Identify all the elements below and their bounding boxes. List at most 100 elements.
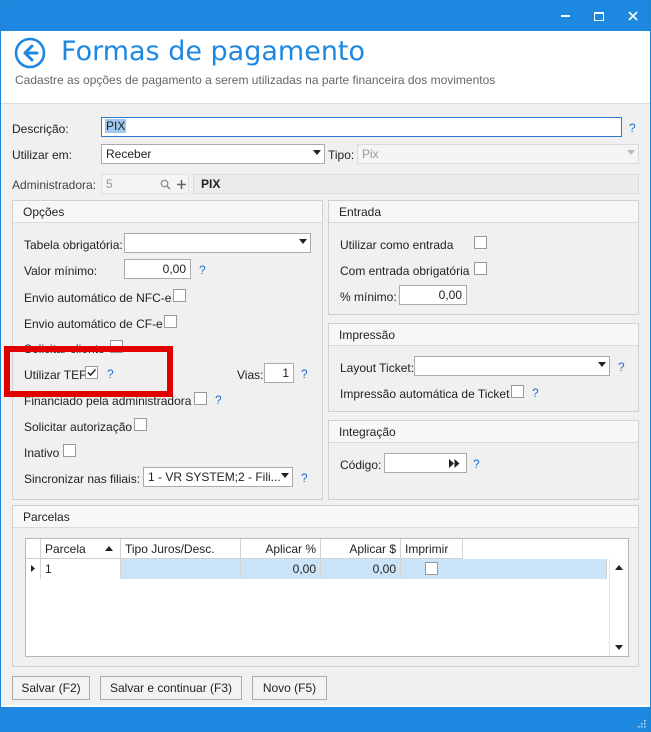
financiado-help-icon[interactable]: ? xyxy=(215,393,222,407)
column-header-aplicar-pct[interactable]: Aplicar % xyxy=(241,539,321,559)
sincronizar-select[interactable]: 1 - VR SYSTEM;2 - Fili... xyxy=(143,467,293,487)
entrada-title: Entrada xyxy=(329,201,638,223)
descricao-help-icon[interactable]: ? xyxy=(629,121,636,135)
highlight-box xyxy=(4,346,173,397)
minimo-label: % mínimo: xyxy=(340,290,397,304)
impressao-auto-label: Impressão automática de Ticket xyxy=(340,387,510,401)
tipo-label: Tipo: xyxy=(328,148,355,162)
cell-aplicar-pct[interactable]: 0,00 xyxy=(241,559,321,579)
codigo-input[interactable] xyxy=(384,453,467,473)
resize-grip-icon[interactable] xyxy=(637,719,646,728)
column-header-tipo[interactable]: Tipo Juros/Desc. xyxy=(121,539,241,559)
sincronizar-label: Sincronizar nas filiais: xyxy=(24,472,141,486)
close-button[interactable] xyxy=(616,1,650,31)
chevron-down-icon xyxy=(598,362,606,367)
cell-aplicar-val[interactable]: 0,00 xyxy=(321,559,401,579)
integracao-title: Integração xyxy=(329,421,638,443)
administradora-code-value: 5 xyxy=(106,177,113,191)
vertical-scrollbar[interactable] xyxy=(609,559,628,656)
impressao-auto-help-icon[interactable]: ? xyxy=(532,386,539,400)
codigo-label: Código: xyxy=(340,458,382,472)
codigo-help-icon[interactable]: ? xyxy=(473,457,480,471)
vias-help-icon[interactable]: ? xyxy=(301,367,308,381)
nfce-label: Envio automático de NFC-e xyxy=(24,291,172,305)
parcelas-grid[interactable]: Parcela Tipo Juros/Desc. Aplicar % Aplic… xyxy=(25,538,629,657)
imprimir-checkbox[interactable] xyxy=(425,562,438,575)
impressao-auto-checkbox[interactable] xyxy=(511,385,524,398)
tabela-select[interactable] xyxy=(124,233,311,253)
com-entrada-label: Com entrada obrigatória xyxy=(340,264,470,278)
chevron-down-icon xyxy=(299,239,307,244)
layout-ticket-label: Layout Ticket: xyxy=(340,361,415,375)
solicitar-autorizacao-checkbox[interactable] xyxy=(134,418,147,431)
page-subtitle: Cadastre as opções de pagamento a serem … xyxy=(15,73,496,87)
vias-input[interactable]: 1 xyxy=(264,363,294,383)
cfe-label: Envio automático de CF-e xyxy=(24,317,163,331)
tipo-select[interactable]: Pix xyxy=(357,144,639,164)
utilizar-como-entrada-checkbox[interactable] xyxy=(474,236,487,249)
maximize-button[interactable] xyxy=(582,1,616,31)
novo-button[interactable]: Novo (F5) xyxy=(252,676,327,700)
column-header-parcela[interactable]: Parcela xyxy=(41,539,121,559)
administradora-label: Administradora: xyxy=(12,178,97,192)
cell-imprimir[interactable] xyxy=(401,559,607,579)
valor-minimo-label: Valor mínimo: xyxy=(24,264,98,278)
sincronizar-help-icon[interactable]: ? xyxy=(301,471,308,485)
search-icon[interactable] xyxy=(160,179,171,190)
nfce-checkbox[interactable] xyxy=(173,289,186,302)
cfe-checkbox[interactable] xyxy=(164,315,177,328)
solicitar-autorizacao-label: Solicitar autorização xyxy=(24,420,133,434)
back-arrow-icon xyxy=(14,37,46,69)
chevron-down-icon xyxy=(313,150,321,155)
descricao-value: PIX xyxy=(105,119,127,133)
status-bar xyxy=(1,707,650,731)
scroll-down-icon[interactable] xyxy=(615,645,623,650)
column-header-aplicar-val[interactable]: Aplicar $ xyxy=(321,539,401,559)
descricao-input[interactable]: PIX xyxy=(101,117,622,137)
add-icon[interactable] xyxy=(176,179,187,190)
minimize-icon xyxy=(560,15,570,17)
page-title: Formas de pagamento xyxy=(61,36,366,67)
impressao-title: Impressão xyxy=(329,324,638,346)
chevron-down-icon xyxy=(281,473,289,478)
utilizar-como-entrada-label: Utilizar como entrada xyxy=(340,238,454,252)
sincronizar-value: 1 - VR SYSTEM;2 - Fili... xyxy=(148,470,281,484)
inativo-label: Inativo xyxy=(24,446,60,460)
utilizar-em-value: Receber xyxy=(106,147,152,161)
column-header-label: Parcela xyxy=(45,542,86,556)
opcoes-title: Opções xyxy=(13,201,322,223)
administradora-name: PIX xyxy=(193,174,639,194)
column-header-imprimir[interactable]: Imprimir xyxy=(401,539,463,559)
tipo-value: Pix xyxy=(362,147,379,161)
fast-forward-icon[interactable] xyxy=(449,459,460,468)
salvar-button[interactable]: Salvar (F2) xyxy=(12,676,90,700)
window: Formas de pagamento Cadastre as opções d… xyxy=(0,0,651,732)
cell-tipo[interactable] xyxy=(121,559,241,579)
layout-ticket-select[interactable] xyxy=(414,356,610,376)
chevron-down-icon xyxy=(627,150,635,155)
financiado-checkbox[interactable] xyxy=(194,392,207,405)
maximize-icon xyxy=(594,11,604,21)
back-button[interactable] xyxy=(14,37,46,69)
valor-minimo-input[interactable]: 0,00 xyxy=(124,259,191,279)
close-icon xyxy=(628,11,638,21)
current-row-icon xyxy=(31,565,35,572)
scroll-up-icon[interactable] xyxy=(615,565,623,570)
inativo-checkbox[interactable] xyxy=(63,444,76,457)
com-entrada-checkbox[interactable] xyxy=(474,262,487,275)
valor-minimo-help-icon[interactable]: ? xyxy=(199,263,206,277)
salvar-continuar-button[interactable]: Salvar e continuar (F3) xyxy=(100,676,242,700)
minimize-button[interactable] xyxy=(548,1,582,31)
descricao-label: Descrição: xyxy=(12,122,69,136)
title-bar xyxy=(1,1,650,31)
layout-ticket-help-icon[interactable]: ? xyxy=(618,360,625,374)
minimo-input[interactable]: 0,00 xyxy=(399,285,467,305)
vias-label: Vias: xyxy=(237,368,264,382)
page-header: Formas de pagamento Cadastre as opções d… xyxy=(1,31,650,103)
administradora-code-input[interactable]: 5 xyxy=(101,174,189,194)
row-indicator-header xyxy=(26,539,41,559)
sort-asc-icon xyxy=(105,546,113,551)
row-indicator xyxy=(26,559,41,579)
utilizar-em-select[interactable]: Receber xyxy=(101,144,325,164)
cell-parcela[interactable]: 1 xyxy=(41,559,121,579)
